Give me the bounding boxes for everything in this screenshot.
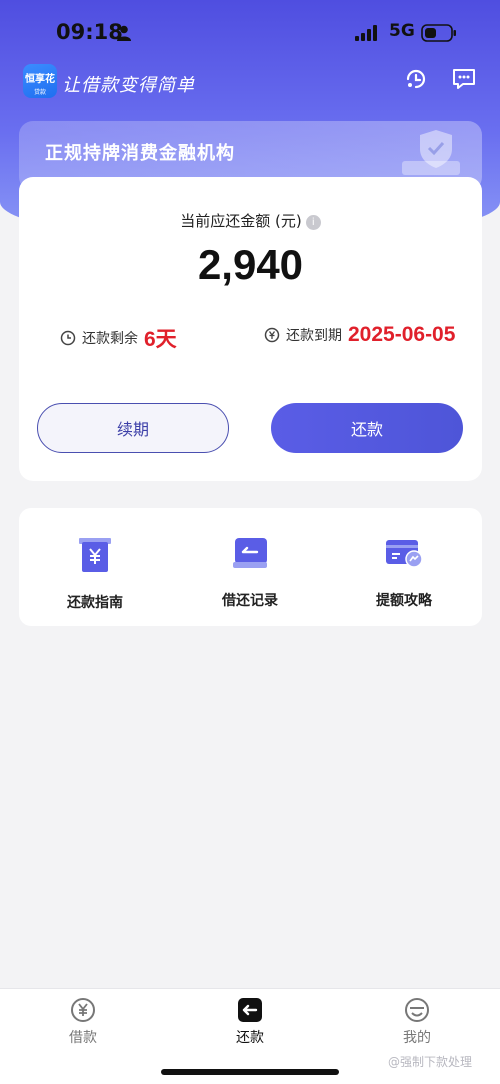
tool-label: 还款指南 (67, 595, 123, 611)
status-bar: 09:18 5G (0, 0, 500, 66)
tool-loan-records[interactable]: 借还记录 (190, 536, 310, 610)
return-arrow-icon (238, 998, 262, 1022)
logo-subtext: 贷款 (33, 89, 46, 96)
record-card-icon (233, 538, 267, 568)
info-icon[interactable]: i (305, 215, 321, 230)
support-icon[interactable] (403, 66, 429, 92)
message-icon[interactable] (451, 66, 477, 92)
app-logo: 恒享花 贷款 (23, 64, 57, 98)
quick-tools: 还款指南 借还记录 提额攻略 (19, 508, 482, 626)
tool-label: 提额攻略 (376, 593, 432, 609)
days-left-label: 还款剩余 (82, 331, 138, 347)
days-left-value: 6天 (144, 328, 177, 351)
tab-mine[interactable]: 我的 (372, 997, 462, 1047)
slogan: 让借款变得简单 (62, 75, 195, 96)
home-indicator[interactable] (161, 1069, 339, 1075)
tab-label: 还款 (236, 1030, 264, 1046)
due-date-value: 2025-06-05 (348, 323, 456, 346)
status-time: 09:18 (56, 20, 123, 44)
due-date: 还款到期 2025-06-05 (264, 323, 455, 347)
tab-borrow[interactable]: 借款 (38, 997, 128, 1047)
banner-text: 正规持牌消费金融机构 (45, 143, 235, 164)
amount-label-row: 当前应还金额 (元) i (19, 210, 482, 231)
signal-icon (355, 25, 377, 41)
yuan-circle-icon (71, 998, 95, 1022)
amount-due: 2,940 (197, 241, 304, 288)
tool-repay-guide[interactable]: 还款指南 (35, 536, 155, 612)
watermark: @强制下款处理 (388, 1055, 473, 1069)
network-type: 5G (389, 21, 415, 41)
battery-icon (421, 24, 456, 42)
tab-repay[interactable]: 还款 (205, 997, 295, 1047)
yuan-book-icon (79, 538, 111, 572)
credit-card-up-icon (386, 540, 423, 568)
clock-icon (60, 330, 76, 346)
repayment-card: 当前应还金额 (元) i 2,940 还款剩余 6天 还款到期 2025-06-0… (19, 177, 482, 481)
tool-credit-boost[interactable]: 提额攻略 (344, 536, 464, 610)
yuan-circle-small-icon (264, 327, 280, 343)
renew-button[interactable]: 续期 (37, 403, 229, 453)
logo-text: 恒享花 (25, 74, 55, 85)
tool-label: 借还记录 (222, 593, 278, 609)
smile-face-icon (405, 998, 429, 1022)
days-left: 还款剩余 6天 (60, 323, 177, 353)
person-icon (117, 25, 131, 41)
tab-label: 借款 (69, 1030, 97, 1046)
app-header: 恒享花 贷款 让借款变得简单 (0, 62, 500, 102)
repay-button[interactable]: 还款 (271, 403, 463, 453)
amount-label: 当前应还金额 (元) (180, 212, 302, 230)
tab-label: 我的 (403, 1030, 431, 1046)
due-label: 还款到期 (286, 328, 342, 344)
